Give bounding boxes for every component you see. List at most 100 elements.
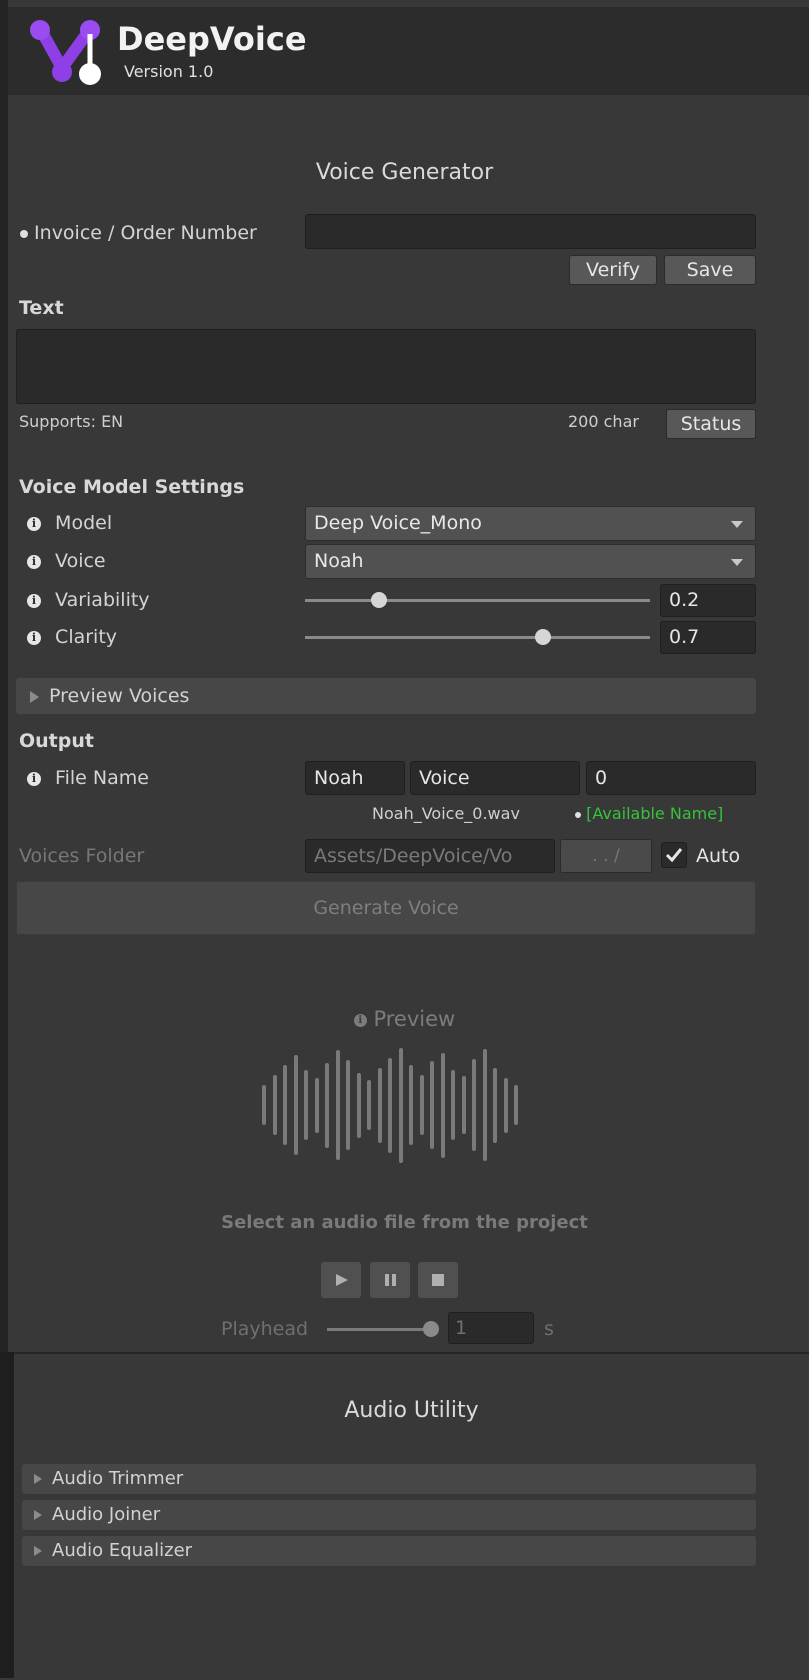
chevron-down-icon bbox=[731, 521, 743, 528]
file-name-part2-input[interactable]: Voice bbox=[410, 761, 580, 795]
waveform-bar bbox=[514, 1085, 518, 1125]
waveform-bar bbox=[419, 1075, 424, 1135]
model-dropdown[interactable]: Deep Voice_Mono bbox=[305, 506, 756, 541]
info-dot-icon bbox=[575, 811, 581, 818]
preview-hint: Select an audio file from the project bbox=[221, 1212, 588, 1233]
variability-label-row: i Variability bbox=[27, 589, 150, 611]
clarity-label: Clarity bbox=[55, 626, 118, 648]
playhead-unit: s bbox=[544, 1318, 554, 1340]
waveform-icon bbox=[260, 1045, 530, 1165]
voices-folder-input[interactable]: Assets/DeepVoice/Vo bbox=[305, 839, 555, 873]
stop-icon bbox=[432, 1274, 444, 1286]
triangle-right-icon bbox=[34, 1510, 42, 1520]
audio-equalizer-foldout[interactable]: Audio Equalizer bbox=[22, 1536, 756, 1566]
playhead-slider[interactable] bbox=[327, 1328, 431, 1331]
preview-title: Preview bbox=[373, 1007, 456, 1031]
model-settings-title: Voice Model Settings bbox=[19, 476, 245, 498]
pause-icon bbox=[385, 1274, 396, 1286]
save-button[interactable]: Save bbox=[664, 255, 756, 285]
auto-checkbox[interactable] bbox=[661, 842, 687, 868]
output-title: Output bbox=[19, 730, 94, 752]
play-button[interactable] bbox=[321, 1262, 361, 1298]
chevron-down-icon bbox=[731, 559, 743, 566]
variability-slider-thumb[interactable] bbox=[371, 592, 387, 608]
supports-text: Supports: EN bbox=[19, 412, 124, 431]
waveform-bar bbox=[398, 1047, 403, 1163]
verify-button[interactable]: Verify bbox=[569, 255, 657, 285]
preview-title-row: i Preview bbox=[0, 1007, 809, 1031]
info-icon: i bbox=[27, 630, 41, 645]
availability-row: [Available Name] bbox=[575, 804, 723, 823]
info-icon: i bbox=[27, 771, 41, 786]
waveform-bar bbox=[283, 1065, 287, 1145]
variability-label: Variability bbox=[55, 589, 150, 611]
invoice-input[interactable] bbox=[305, 214, 756, 249]
audio-trimmer-label: Audio Trimmer bbox=[52, 1468, 184, 1489]
checkmark-icon bbox=[665, 848, 683, 863]
voice-label-row: i Voice bbox=[27, 550, 106, 572]
triangle-right-icon bbox=[34, 1546, 42, 1556]
info-icon: i bbox=[27, 516, 41, 531]
model-label-row: i Model bbox=[27, 512, 112, 534]
audio-joiner-label: Audio Joiner bbox=[52, 1504, 161, 1525]
waveform-bar bbox=[482, 1049, 487, 1161]
variability-slider[interactable] bbox=[305, 599, 650, 602]
clarity-slider-thumb[interactable] bbox=[535, 629, 551, 645]
text-label: Text bbox=[19, 297, 64, 319]
invoice-label: Invoice / Order Number bbox=[34, 222, 257, 244]
waveform-bar bbox=[440, 1052, 445, 1158]
audio-joiner-foldout[interactable]: Audio Joiner bbox=[22, 1500, 756, 1530]
browse-folder-button[interactable]: . . / bbox=[560, 839, 652, 873]
app-version: Version 1.0 bbox=[124, 62, 214, 81]
panel-left-edge bbox=[0, 1352, 14, 1678]
voice-generator-title: Voice Generator bbox=[315, 160, 494, 185]
file-name-label-row: i File Name bbox=[27, 767, 149, 789]
clarity-input[interactable]: 0.7 bbox=[660, 621, 756, 654]
app-title: DeepVoice bbox=[117, 20, 307, 58]
voice-label: Voice bbox=[55, 550, 106, 572]
voice-value: Noah bbox=[314, 550, 364, 572]
waveform-bar bbox=[388, 1057, 392, 1153]
waveform-bar bbox=[503, 1077, 508, 1133]
waveform-bar bbox=[304, 1070, 308, 1140]
play-icon bbox=[336, 1274, 348, 1286]
preview-voices-foldout[interactable]: Preview Voices bbox=[16, 678, 756, 714]
char-count: 200 char bbox=[568, 412, 639, 431]
waveform-bar bbox=[346, 1060, 350, 1150]
text-input[interactable] bbox=[16, 329, 756, 404]
audio-equalizer-label: Audio Equalizer bbox=[52, 1540, 193, 1561]
file-name-part3-input[interactable]: 0 bbox=[586, 761, 756, 795]
playhead-input[interactable]: 1 bbox=[448, 1312, 534, 1344]
file-name-part1-input[interactable]: Noah bbox=[305, 761, 405, 795]
triangle-right-icon bbox=[30, 690, 39, 703]
stop-button[interactable] bbox=[418, 1262, 458, 1298]
voice-dropdown[interactable]: Noah bbox=[305, 544, 756, 579]
playhead-slider-thumb[interactable] bbox=[423, 1321, 439, 1337]
waveform-bar bbox=[272, 1075, 277, 1135]
waveform-bar bbox=[356, 1072, 361, 1138]
file-name-preview: Noah_Voice_0.wav bbox=[372, 804, 520, 823]
generate-voice-button[interactable]: Generate Voice bbox=[16, 881, 756, 935]
waveform-bar bbox=[293, 1055, 298, 1155]
waveform-bar bbox=[493, 1067, 497, 1143]
invoice-label-row: Invoice / Order Number bbox=[20, 222, 257, 244]
info-dot-icon bbox=[20, 229, 28, 238]
playhead-label: Playhead bbox=[221, 1318, 309, 1340]
waveform-bar bbox=[325, 1062, 329, 1148]
preview-voices-label: Preview Voices bbox=[49, 685, 190, 707]
audio-utility-title: Audio Utility bbox=[344, 1398, 479, 1423]
model-label: Model bbox=[55, 512, 113, 534]
file-name-label: File Name bbox=[55, 767, 149, 789]
waveform-bar bbox=[367, 1080, 371, 1130]
deepvoice-logo bbox=[30, 20, 101, 85]
status-button[interactable]: Status bbox=[666, 409, 756, 439]
variability-input[interactable]: 0.2 bbox=[660, 584, 756, 617]
waveform-bar bbox=[472, 1059, 476, 1151]
waveform-bar bbox=[377, 1067, 382, 1143]
auto-label: Auto bbox=[696, 845, 741, 867]
clarity-slider[interactable] bbox=[305, 636, 650, 639]
pause-button[interactable] bbox=[370, 1262, 410, 1298]
waveform-bar bbox=[461, 1076, 466, 1134]
availability-status: [Available Name] bbox=[586, 804, 724, 823]
audio-trimmer-foldout[interactable]: Audio Trimmer bbox=[22, 1464, 756, 1494]
